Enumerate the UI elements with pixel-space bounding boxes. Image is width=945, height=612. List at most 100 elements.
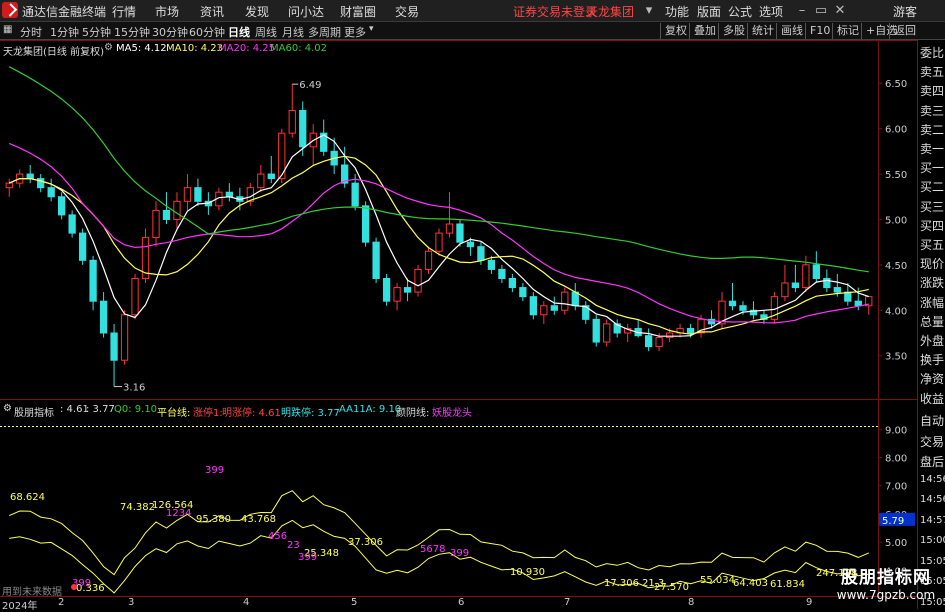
indicator-platform: 平台线:: [157, 404, 190, 419]
app-title: 通达信金融终端: [22, 3, 106, 20]
candle-body: [352, 183, 358, 206]
candle-body: [855, 301, 861, 306]
indicator-next-limitup: 明涨停: 4.61: [222, 404, 281, 419]
tool-multistock[interactable]: 多股: [718, 23, 749, 39]
indicator-name: 股朋指标: [14, 404, 54, 419]
menu-trade[interactable]: 交易: [395, 3, 419, 20]
login-notice[interactable]: 证券交易未登录: [513, 3, 597, 20]
menu-wealth-circle[interactable]: 财富圈: [340, 3, 376, 20]
side-label[interactable]: 卖五: [920, 63, 944, 80]
menu-options[interactable]: 选项: [759, 3, 783, 20]
indicator-value-label: 23: [287, 540, 300, 551]
main-kline-panel[interactable]: 6.506.005.505.004.504.003.506.493.16 天龙集…: [0, 40, 917, 400]
quote-side-panel: 委比卖五卖四卖三卖二卖一买一买二买三买四买五现价涨跌涨幅总量外盘换手净资收益自动…: [917, 40, 945, 609]
side-label[interactable]: 交易: [920, 433, 944, 450]
candle-body: [446, 224, 452, 233]
grid-icon[interactable]: ▦: [3, 24, 12, 35]
side-label[interactable]: 自动: [920, 412, 944, 429]
side-label[interactable]: 总量: [920, 313, 944, 330]
menu-discover[interactable]: 发现: [245, 3, 269, 20]
menu-news[interactable]: 资讯: [200, 3, 224, 20]
side-label[interactable]: 卖一: [920, 140, 944, 157]
tool-f10[interactable]: F10: [805, 23, 834, 39]
minimize-icon[interactable]: –: [793, 2, 811, 20]
guest-label[interactable]: 游客: [893, 3, 917, 20]
period-60min[interactable]: 60分钟: [189, 24, 225, 40]
side-label[interactable]: 买三: [920, 198, 944, 215]
tool-stats[interactable]: 统计: [747, 23, 778, 39]
side-label[interactable]: 14:56: [920, 474, 945, 485]
window-toggle-icon[interactable]: ▾: [640, 2, 658, 20]
menu-quotes[interactable]: 行情: [112, 3, 136, 20]
menu-formula[interactable]: 公式: [728, 3, 752, 20]
side-label[interactable]: 换手: [920, 351, 944, 368]
tool-overlay[interactable]: 叠加: [689, 23, 720, 39]
period-more[interactable]: 更多: [344, 24, 366, 40]
side-label[interactable]: 卖三: [920, 102, 944, 119]
tool-back[interactable]: 返回: [889, 23, 920, 39]
side-label[interactable]: 14:57: [920, 515, 945, 526]
indicator-value-label: 399: [298, 552, 317, 563]
period-30min[interactable]: 30分钟: [152, 24, 188, 40]
menu-market[interactable]: 市场: [155, 3, 179, 20]
side-label[interactable]: 买四: [920, 217, 944, 234]
marker-value: 5.79: [882, 516, 904, 527]
side-label[interactable]: 卖二: [920, 121, 944, 138]
menu-function[interactable]: 功能: [665, 3, 689, 20]
side-label[interactable]: 盘后: [920, 453, 944, 470]
candle-body: [740, 306, 746, 311]
candle-body: [59, 197, 65, 215]
candle-body: [79, 233, 85, 260]
candle-body: [834, 288, 840, 293]
side-label[interactable]: 15:00: [920, 535, 945, 546]
side-label[interactable]: 买二: [920, 178, 944, 195]
menu-ask[interactable]: 问小达: [288, 3, 324, 20]
indicator-settings-icon[interactable]: ⚙: [3, 403, 12, 414]
side-label[interactable]: 涨幅: [920, 294, 944, 311]
indicator-value-label: 64.403: [733, 578, 768, 589]
indicator-aa11a: AA11A: 9.10: [339, 404, 401, 415]
side-label[interactable]: 现价: [920, 255, 944, 272]
side-label[interactable]: 外盘: [920, 332, 944, 349]
side-label[interactable]: 卖四: [920, 82, 944, 99]
indicator-value-label: 17.306: [604, 578, 639, 589]
menu-layout[interactable]: 版面: [697, 3, 721, 20]
indicator-v1: : 4.61: [60, 404, 89, 415]
tool-rights[interactable]: 复权: [660, 23, 691, 39]
side-label[interactable]: 14:56: [920, 494, 945, 505]
restore-icon[interactable]: ▭: [812, 2, 830, 20]
indicator-tick-label: 9.00: [885, 425, 907, 436]
side-label[interactable]: 买五: [920, 236, 944, 253]
high-price-label: 6.49: [299, 80, 321, 91]
side-label[interactable]: 涨跌: [920, 274, 944, 291]
side-label[interactable]: 净资: [920, 370, 944, 387]
indicator-panel[interactable]: 9.008.007.006.005.004.005.7968.62474.382…: [0, 400, 917, 596]
period-5min[interactable]: 5分钟: [82, 24, 111, 40]
candle-body: [373, 242, 379, 278]
price-tick-label: 6.00: [885, 125, 907, 136]
period-15min[interactable]: 15分钟: [114, 24, 150, 40]
signal-dot: [71, 584, 77, 590]
side-label[interactable]: 收益: [920, 390, 944, 407]
tool-mark[interactable]: 标记: [832, 23, 863, 39]
candle-body: [729, 301, 735, 306]
period-1min[interactable]: 1分钟: [50, 24, 79, 40]
candle-body: [562, 292, 568, 310]
close-icon[interactable]: ✕: [831, 2, 849, 20]
period-weekly[interactable]: 周线: [255, 24, 277, 40]
indicator-chart[interactable]: 9.008.007.006.005.004.005.7968.62474.382…: [0, 400, 917, 596]
side-label[interactable]: 委比: [920, 44, 944, 61]
candle-body: [27, 174, 33, 179]
period-timeshare[interactable]: 分时: [20, 24, 42, 40]
settings-icon[interactable]: ⚙: [104, 42, 113, 53]
period-monthly[interactable]: 月线: [282, 24, 304, 40]
period-daily[interactable]: 日线: [228, 24, 250, 40]
indicator-value-label: 1234: [166, 508, 191, 519]
watermark-url: www.7gpzb.com: [828, 588, 944, 602]
tool-drawline[interactable]: 画线: [776, 23, 807, 39]
kline-chart[interactable]: 6.506.005.505.004.504.003.506.493.16: [0, 40, 917, 400]
candle-body: [121, 315, 127, 360]
side-label[interactable]: 买一: [920, 159, 944, 176]
dropdown-arrow-icon[interactable]: ▾: [369, 24, 374, 34]
period-multi[interactable]: 多周期: [308, 24, 341, 40]
